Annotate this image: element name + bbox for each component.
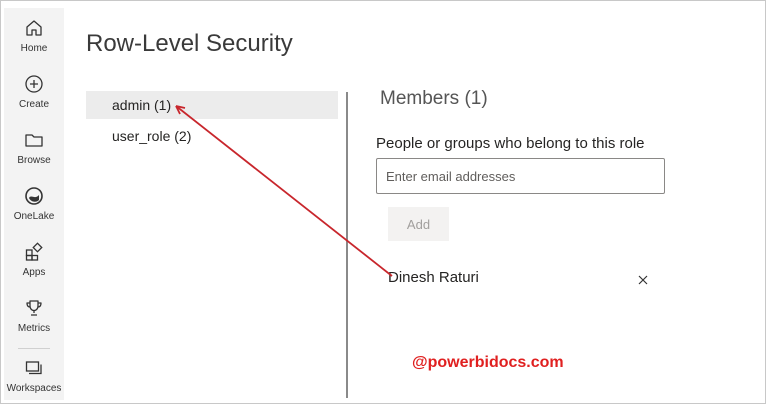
add-member-button[interactable]: Add [388,207,449,241]
nav-label-metrics: Metrics [17,323,51,334]
workspaces-icon [25,361,42,375]
onelake-icon [25,187,43,205]
nav-label-workspaces: Workspaces [6,383,62,394]
page-title: Row-Level Security [86,30,293,57]
rail-divider [18,348,50,349]
nav-item-onelake[interactable]: OneLake [4,186,64,236]
members-description: People or groups who belong to this role [376,135,645,152]
email-input[interactable] [376,158,665,194]
browse-icon [25,134,43,147]
nav-label-browse: Browse [17,155,51,166]
window-frame [0,0,766,404]
metrics-icon [26,300,42,316]
nav-item-workspaces[interactable]: Workspaces [4,358,64,408]
role-item-user-role[interactable]: user_role (2) [86,122,338,150]
nav-label-home: Home [20,43,48,54]
home-icon [26,20,42,36]
left-nav-rail: Home Create Browse OneLake Apps Metrics … [4,8,64,400]
member-name: Dinesh Raturi [388,269,479,286]
nav-label-create: Create [18,99,49,110]
nav-label-onelake: OneLake [13,211,55,222]
apps-icon [25,242,43,261]
create-icon [25,75,43,93]
nav-item-browse[interactable]: Browse [4,130,64,180]
watermark: @powerbidocs.com [412,354,564,371]
close-icon [638,275,648,285]
role-item-admin[interactable]: admin (1) [86,91,338,119]
nav-label-apps: Apps [22,267,46,278]
remove-member-button[interactable] [636,273,650,287]
nav-item-create[interactable]: Create [4,74,64,124]
members-heading: Members (1) [380,88,488,109]
nav-item-metrics[interactable]: Metrics [4,298,64,348]
nav-item-home[interactable]: Home [4,18,64,68]
nav-item-apps[interactable]: Apps [4,242,64,292]
panel-divider [346,92,348,398]
